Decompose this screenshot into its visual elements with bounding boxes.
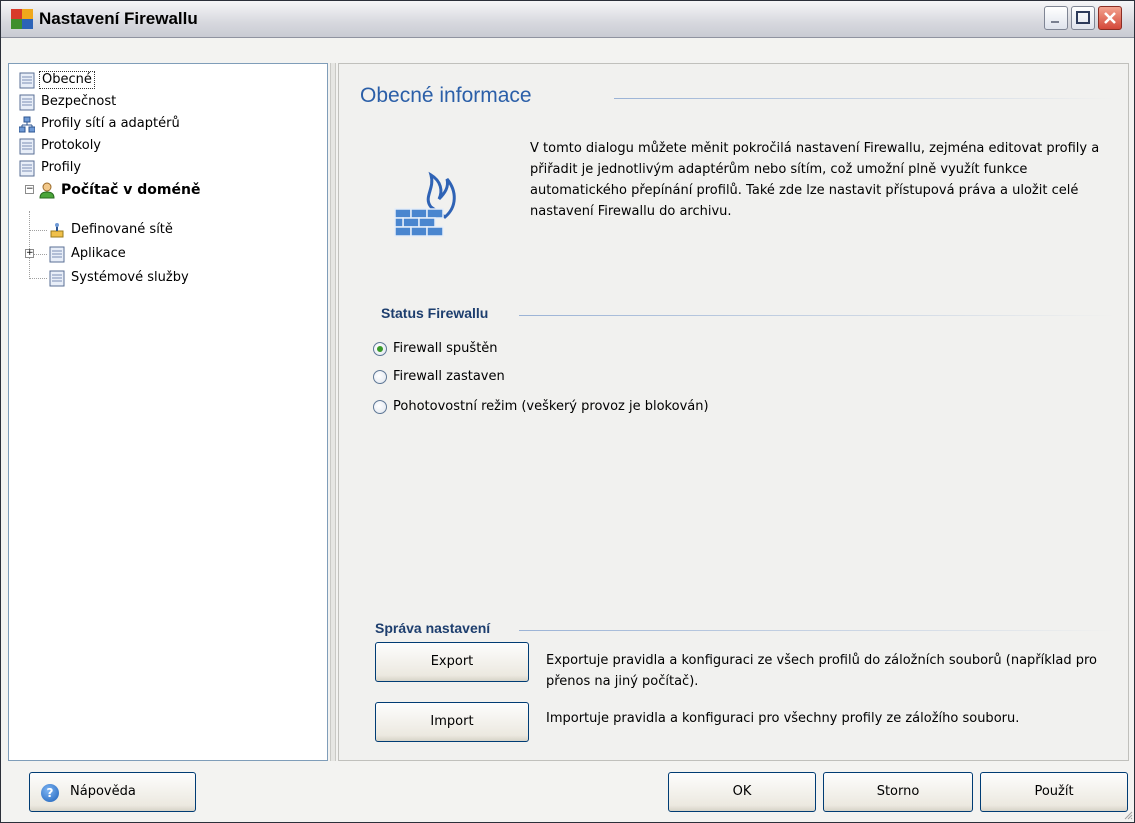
import-button[interactable]: Import <box>375 702 529 742</box>
collapse-toggle[interactable]: − <box>25 185 34 194</box>
intro-text: V tomto dialogu můžete měnit pokročilá n… <box>530 141 1100 219</box>
document-icon <box>19 72 35 89</box>
resize-grip-icon[interactable] <box>1123 810 1133 820</box>
help-button[interactable]: ? Nápověda <box>29 772 196 812</box>
avg-logo-icon <box>11 9 33 29</box>
panel-splitter[interactable] <box>330 63 336 761</box>
firewall-settings-window: Nastavení Firewallu Obecné Bezpečnost Pr… <box>0 0 1135 823</box>
expand-toggle[interactable]: + <box>25 249 34 258</box>
export-button-label: Export <box>430 654 474 669</box>
radio-button[interactable] <box>373 400 387 414</box>
apply-button-label: Použít <box>1034 784 1074 799</box>
tree-item-label: Definované sítě <box>71 222 173 237</box>
divider <box>519 315 1115 316</box>
tree-connector <box>29 278 47 279</box>
user-icon <box>39 182 55 199</box>
tree-item-label: Systémové služby <box>71 270 189 285</box>
divider <box>519 630 1115 631</box>
document-icon <box>19 138 35 155</box>
tree-item-label: Profily <box>41 160 82 175</box>
maximize-button[interactable] <box>1071 6 1095 30</box>
export-description: Exportuje pravidla a konfiguraci ze všec… <box>546 653 1097 689</box>
settings-panel: Obecné informace V tomto dialogu můžete … <box>338 63 1129 761</box>
management-section-title: Správa nastavení <box>375 620 491 636</box>
document-icon <box>49 270 65 287</box>
tree-item-label: Bezpečnost <box>41 94 117 109</box>
close-button[interactable] <box>1098 6 1122 30</box>
tree-connector <box>29 211 30 279</box>
ok-button[interactable]: OK <box>668 772 816 812</box>
document-icon <box>19 160 35 177</box>
tree-item-label: Aplikace <box>71 246 126 261</box>
settings-tree[interactable]: Obecné Bezpečnost Profily sítí a adaptér… <box>8 63 328 761</box>
firewall-icon <box>394 171 456 237</box>
tree-connector <box>29 230 47 231</box>
tree-item-label: Počítač v doméně <box>61 182 201 198</box>
divider <box>614 98 1114 99</box>
minimize-button[interactable] <box>1044 6 1068 30</box>
dialog-content: Obecné Bezpečnost Profily sítí a adaptér… <box>8 63 1129 761</box>
close-icon <box>1104 12 1116 24</box>
title-bar[interactable]: Nastavení Firewallu <box>1 1 1134 38</box>
window-title: Nastavení Firewallu <box>39 9 198 28</box>
cancel-button[interactable]: Storno <box>823 772 973 812</box>
page-title: Obecné informace <box>360 84 532 107</box>
radio-label: Firewall spuštěn <box>393 341 498 356</box>
help-button-label: Nápověda <box>70 784 136 799</box>
document-icon <box>49 246 65 263</box>
apply-button[interactable]: Použít <box>980 772 1128 812</box>
tree-item-label: Protokoly <box>41 138 101 153</box>
document-icon <box>19 94 35 111</box>
minimize-icon <box>1051 21 1059 23</box>
tree-item-label: Obecné <box>39 71 95 89</box>
radio-label: Firewall zastaven <box>393 369 505 384</box>
import-description: Importuje pravidla a konfiguraci pro vše… <box>546 711 1020 726</box>
help-icon: ? <box>41 784 59 802</box>
export-button[interactable]: Export <box>375 642 529 682</box>
status-section-title: Status Firewallu <box>381 305 489 321</box>
import-button-label: Import <box>430 714 474 729</box>
radio-button[interactable] <box>373 342 387 356</box>
radio-button[interactable] <box>373 370 387 384</box>
cancel-button-label: Storno <box>876 784 920 799</box>
maximize-icon <box>1076 11 1090 24</box>
tree-item-label: Profily sítí a adaptérů <box>41 116 180 131</box>
ok-button-label: OK <box>732 784 752 799</box>
radio-label: Pohotovostní režim (veškerý provoz je bl… <box>393 399 709 414</box>
network-icon <box>19 116 35 133</box>
network-icon <box>50 223 64 238</box>
